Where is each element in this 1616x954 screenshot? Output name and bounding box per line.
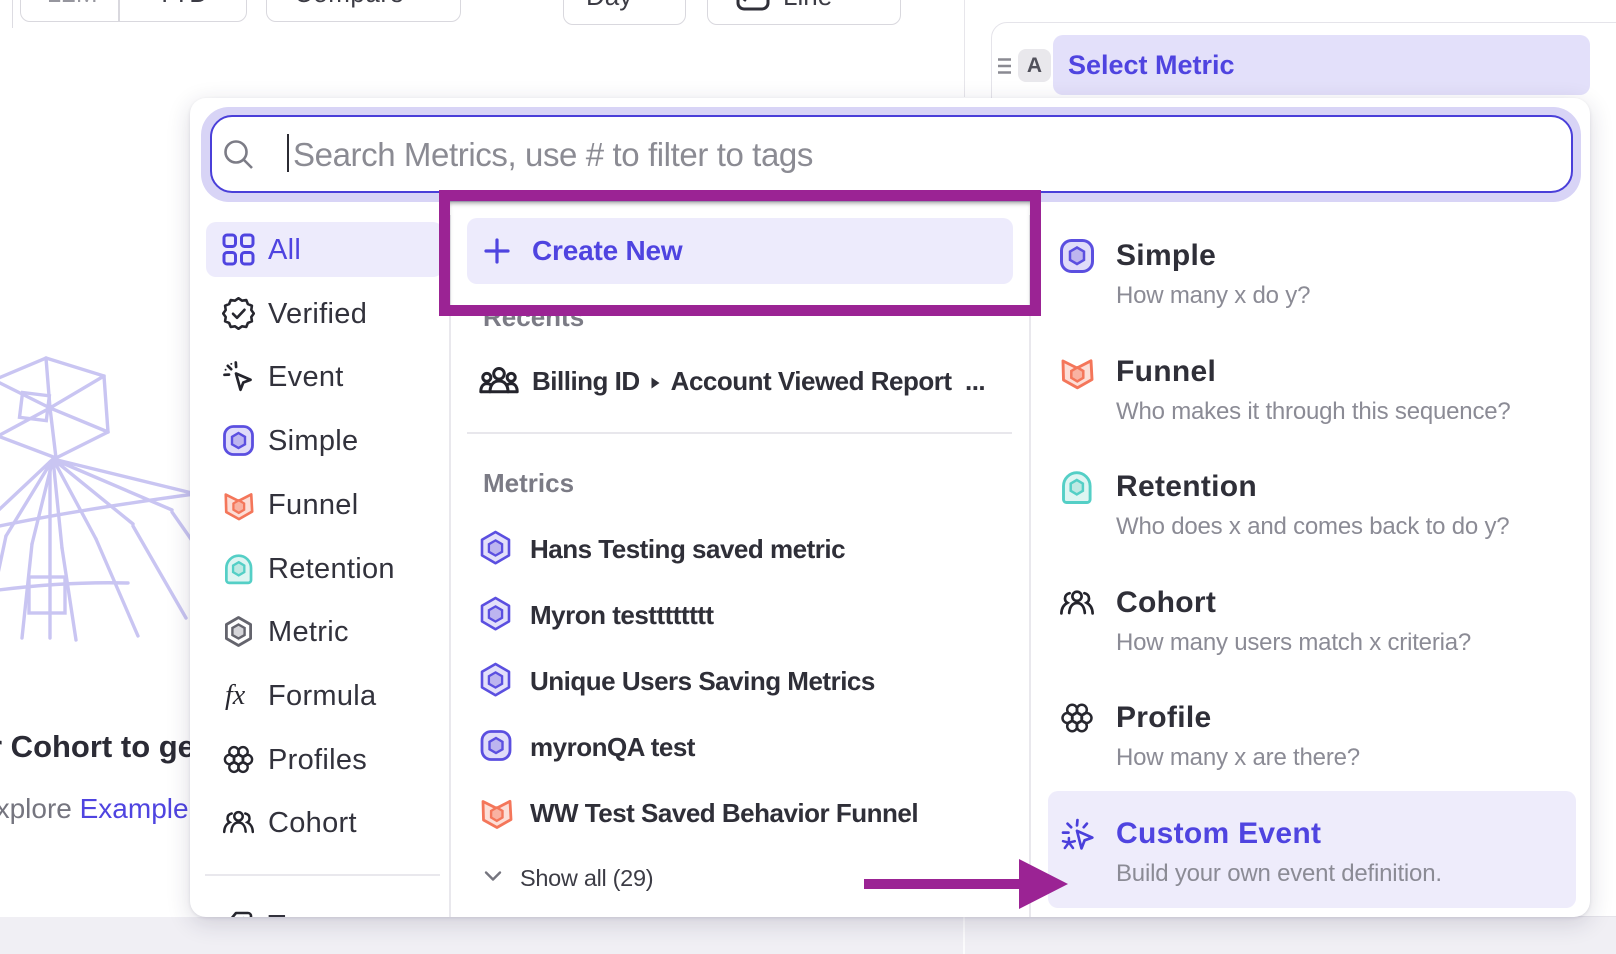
svg-text:fx: fx	[225, 680, 246, 711]
